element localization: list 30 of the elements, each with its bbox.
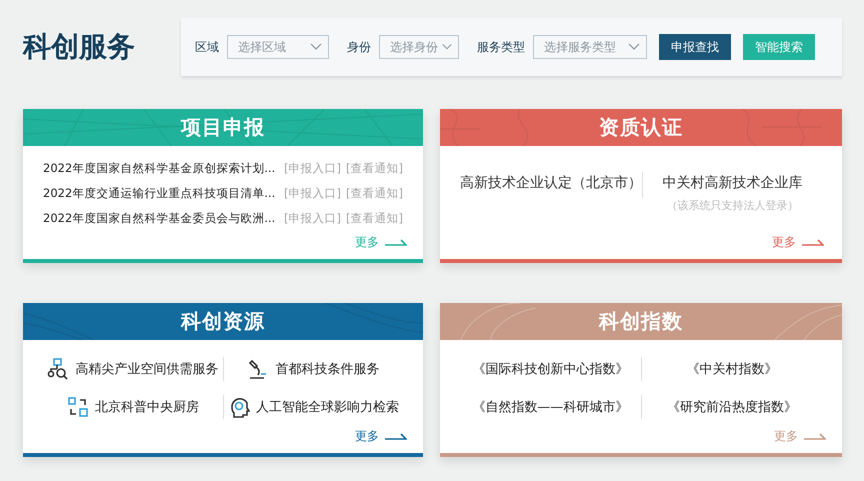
project-link[interactable]: 2022年度国家自然科学基金委员会与欧洲... — [43, 211, 276, 226]
index-link[interactable]: 《国际科技创新中心指数》 — [472, 360, 628, 378]
card-title: 资质认证 — [599, 114, 683, 141]
project-link[interactable]: 2022年度国家自然科学基金原创探索计划... — [43, 161, 276, 176]
certification-link[interactable]: 高新技术企业认定（北京市） — [460, 174, 642, 192]
card-title: 项目申报 — [181, 114, 265, 141]
project-link[interactable]: 2022年度交通运输行业重点科技项目清单... — [43, 186, 276, 201]
card-title: 科创资源 — [181, 308, 265, 335]
resource-link[interactable]: 北京科普中央厨房 — [94, 398, 199, 416]
chevron-down-icon — [310, 43, 322, 51]
resource-link[interactable]: 人工智能全球影响力检索 — [256, 398, 399, 416]
resource-link[interactable]: 高精尖产业空间供需服务 — [75, 360, 218, 378]
card-title: 科创指数 — [599, 308, 683, 335]
login-note: （该系统只支持法人登录） — [666, 198, 798, 213]
filter-label: 服务类型 — [477, 38, 525, 56]
more-link[interactable]: 更多 — [355, 428, 379, 445]
network-search-icon — [47, 358, 70, 380]
filter-label: 区域 — [195, 38, 219, 56]
index-link[interactable]: 《中关村指数》 — [686, 360, 778, 378]
index-link[interactable]: 《研究前沿热度指数》 — [666, 398, 797, 416]
certification-link[interactable]: 中关村高新技术企业库 — [662, 174, 802, 192]
filter-label: 身份 — [347, 38, 371, 56]
page-title: 科创服务 — [23, 29, 135, 65]
resource-link[interactable]: 首都科技条件服务 — [275, 360, 380, 378]
more-link[interactable]: 更多 — [772, 234, 796, 251]
index-link[interactable]: 《自然指数——科研城市》 — [472, 398, 628, 416]
chevron-down-icon — [442, 43, 452, 51]
chevron-down-icon — [628, 43, 640, 51]
grid-nodes-icon — [66, 396, 89, 418]
apply-search-button[interactable]: 申报查找 — [659, 34, 731, 60]
